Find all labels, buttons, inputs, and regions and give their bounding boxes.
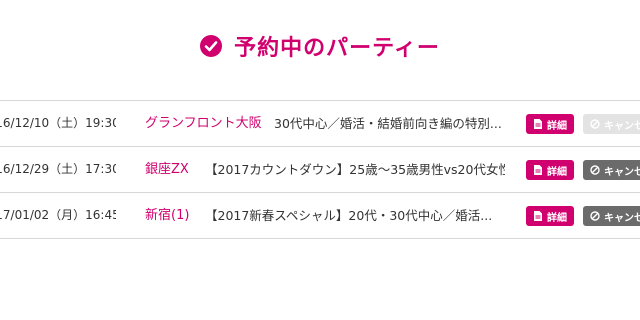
reservation-list: 2016/12/10（土）19:30〜 グランフロント大阪 30代中心／婚活・結… [0, 100, 640, 239]
detail-button[interactable]: 詳細 [526, 206, 574, 226]
ban-icon [590, 211, 600, 221]
reservation-party-name: 【2017カウントダウン】25歳〜35歳男性vs20代女性... [205, 162, 505, 177]
ban-icon [590, 119, 600, 129]
cancel-button-label: キャンセル [604, 212, 640, 224]
reservation-party-name: 30代中心／婚活・結婚前向き編の特別... [274, 116, 502, 131]
detail-button-label: 詳細 [547, 166, 567, 178]
reservation-party-name: 【2017新春スペシャル】20代・30代中心／婚活... [205, 208, 493, 223]
cancel-button[interactable]: キャンセル [583, 206, 640, 226]
reservation-venue-link[interactable]: 新宿(1) [145, 193, 189, 238]
reservations-page: 予約中のパーティー 2016/12/10（土）19:30〜 グランフロント大阪 … [0, 0, 640, 320]
reservation-row: 2016/12/10（土）19:30〜 グランフロント大阪 30代中心／婚活・結… [0, 101, 640, 147]
cancel-button[interactable]: キャンセル [583, 160, 640, 180]
cancel-button-disabled: キャンセル [583, 114, 640, 134]
cancel-button-label: キャンセル [604, 120, 640, 132]
reservation-row: 2016/12/29（土）17:30〜 銀座ZX 【2017カウントダウン】25… [0, 147, 640, 193]
document-icon [534, 119, 542, 129]
detail-button[interactable]: 詳細 [526, 114, 574, 134]
reservation-date: 2016/12/29（土）17:30〜 [0, 162, 116, 176]
ban-icon [590, 165, 600, 175]
reservation-venue-link[interactable]: グランフロント大阪 [145, 101, 262, 146]
detail-button[interactable]: 詳細 [526, 160, 574, 180]
document-icon [534, 211, 542, 221]
reservation-venue-link[interactable]: 銀座ZX [145, 147, 189, 192]
detail-button-label: 詳細 [547, 120, 567, 132]
page-title: 予約中のパーティー [234, 36, 440, 61]
detail-button-label: 詳細 [547, 212, 567, 224]
reservation-row: 2017/01/02（月）16:45〜 新宿(1) 【2017新春スペシャル】2… [0, 193, 640, 239]
cancel-button-label: キャンセル [604, 166, 640, 178]
reservation-date: 2017/01/02（月）16:45〜 [0, 208, 116, 222]
section-heading: 予約中のパーティー [0, 30, 640, 62]
check-circle-icon [200, 35, 223, 57]
document-icon [534, 165, 542, 175]
reservation-date: 2016/12/10（土）19:30〜 [0, 116, 116, 130]
